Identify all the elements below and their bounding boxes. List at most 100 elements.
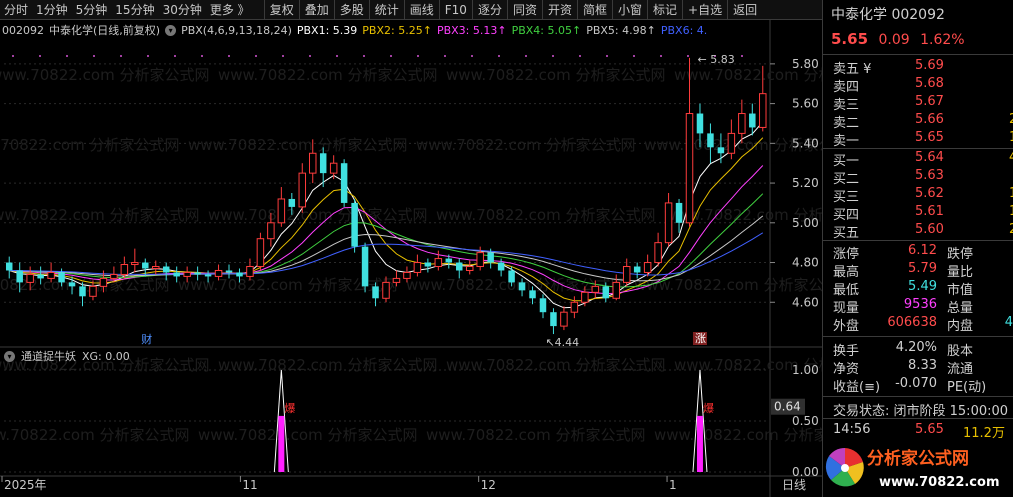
axis-tick-label: 5.00 (792, 216, 819, 230)
candle[interactable] (256, 232, 265, 271)
candle[interactable] (465, 260, 474, 275)
cursor-value: 0.64 (774, 400, 801, 414)
tool-button-10[interactable]: 小窗 (612, 0, 647, 20)
candle[interactable] (707, 123, 714, 164)
candle-body (508, 270, 515, 283)
indicator-settings-icon[interactable]: ▾ (165, 24, 177, 36)
candle[interactable] (277, 187, 286, 227)
stat-row: 最高 5.79 量比 (833, 261, 1013, 280)
period-tab-3[interactable]: 15分钟 (111, 0, 158, 20)
tool-button-9[interactable]: 简框 (576, 0, 612, 20)
kline-chart[interactable]: www.70822.com 分析家公式网 www.70822.com 分析家公式网… (0, 20, 822, 497)
candle-body (16, 270, 23, 283)
watermark-text: www.70822.com 分析家公式网 (0, 66, 210, 84)
candle-body (58, 272, 65, 283)
candle-body (361, 246, 369, 287)
candle[interactable] (570, 296, 579, 319)
indicator-name[interactable]: PBX(4,6,9,13,18,24) (181, 24, 292, 37)
stat-label: 换手 (833, 344, 860, 359)
stat-row: 最低 5.49 市值 (833, 279, 1013, 298)
book-row[interactable]: 卖三 5.67 (833, 94, 1013, 113)
tool-button-1[interactable]: 叠加 (298, 0, 334, 20)
tool-button-3[interactable]: 统计 (368, 0, 404, 20)
event-dot (228, 55, 230, 57)
tick-volume: 11.2万 (963, 426, 1005, 441)
date-label: 2025年 (4, 478, 47, 492)
period-label[interactable]: 日线 (782, 478, 806, 492)
candle-body (194, 272, 201, 275)
book-row[interactable]: 卖四 5.68 (833, 76, 1013, 95)
tool-button-5[interactable]: F10 (438, 0, 472, 20)
period-tab-5[interactable]: 更多 》 (206, 0, 254, 20)
book-volume: 1 (1009, 204, 1013, 219)
book-row[interactable]: 买一 5.64 4 (833, 150, 1013, 169)
tool-button-8[interactable]: 开资 (541, 0, 577, 20)
candle[interactable] (361, 242, 369, 293)
candle[interactable] (424, 258, 432, 273)
candle-body (476, 252, 484, 268)
stat-label: 内盘 (947, 319, 974, 334)
book-price: 5.61 (915, 204, 944, 219)
candle[interactable] (654, 232, 662, 267)
book-price: 5.64 (915, 150, 944, 165)
axis-tick-label: 4.60 (792, 295, 819, 309)
finance-marker[interactable]: 财 (141, 332, 152, 346)
watermark-text: www.70822.com 分析家公式网 (198, 426, 418, 444)
tick-time: 14:56 (833, 422, 871, 437)
period-tab-2[interactable]: 5分钟 (72, 0, 112, 20)
pbx-value-5: PBX5: 4.98↑ (586, 23, 656, 37)
candle-body (591, 285, 600, 293)
divider (823, 148, 1013, 149)
candle[interactable] (298, 163, 307, 213)
signal-spike[interactable]: 爆 (273, 369, 295, 473)
period-tab-0[interactable]: 分时 (0, 0, 32, 20)
indicator-settings-icon[interactable]: ▾ (4, 350, 15, 362)
book-label: 卖五 ¥ (833, 62, 872, 77)
candle[interactable] (643, 254, 652, 277)
book-row[interactable]: 买二 5.63 (833, 168, 1013, 187)
book-row[interactable]: 买五 5.60 2 (833, 222, 1013, 241)
book-label: 买四 (833, 208, 860, 223)
candle[interactable] (131, 248, 139, 273)
candle-body (173, 272, 180, 277)
candle[interactable] (434, 250, 443, 271)
signal-bar (278, 415, 285, 472)
period-tab-4[interactable]: 30分钟 (159, 0, 206, 20)
period-tabs: 分时 1分钟 5分钟 15分钟 30分钟 更多 》 (0, 0, 254, 20)
tool-button-0[interactable]: 复权 (263, 0, 299, 20)
candle[interactable] (413, 254, 422, 277)
book-row[interactable]: 买四 5.61 1 (833, 204, 1013, 223)
candle[interactable] (727, 119, 736, 160)
stat-label: 量比 (947, 265, 974, 280)
candle-body (47, 271, 55, 279)
tool-button-4[interactable]: 画线 (403, 0, 439, 20)
candle-body (550, 312, 557, 327)
candle[interactable] (340, 159, 348, 207)
candle-body (539, 298, 547, 313)
stat-row: 收益(≡) -0.070 PE(动) (833, 376, 1013, 395)
event-dot (120, 55, 122, 57)
period-tab-1[interactable]: 1分钟 (32, 0, 72, 20)
tool-button-11[interactable]: 标记 (647, 0, 682, 20)
tool-button-13[interactable]: 返回 (727, 0, 762, 20)
candle[interactable] (664, 193, 673, 247)
stat-label: 收益(≡) (833, 380, 881, 395)
indicator-title[interactable]: 通道捉牛妖 (21, 348, 76, 364)
candle[interactable] (560, 306, 568, 331)
stat-row: 现量 9536 总量 (833, 297, 1013, 316)
candle[interactable] (329, 155, 338, 180)
candle[interactable] (550, 308, 557, 335)
tool-button-2[interactable]: 多股 (333, 0, 369, 20)
book-row[interactable]: 卖二 5.66 2 (833, 112, 1013, 131)
candle[interactable] (539, 294, 547, 319)
book-row[interactable]: 买三 5.62 1 (833, 186, 1013, 205)
tool-button-6[interactable]: 逐分 (471, 0, 507, 20)
candle-body (581, 291, 589, 303)
tool-button-7[interactable]: 同资 (506, 0, 542, 20)
limit-up-marker[interactable]: 涨 (695, 332, 706, 345)
stat-value: 5.49 (908, 279, 937, 294)
tool-button-12[interactable]: +自选 (682, 0, 727, 20)
book-row[interactable]: 卖五 ¥ 5.69 (833, 58, 1013, 77)
book-row[interactable]: 卖一 5.65 1 (833, 130, 1013, 149)
candle[interactable] (351, 198, 358, 253)
